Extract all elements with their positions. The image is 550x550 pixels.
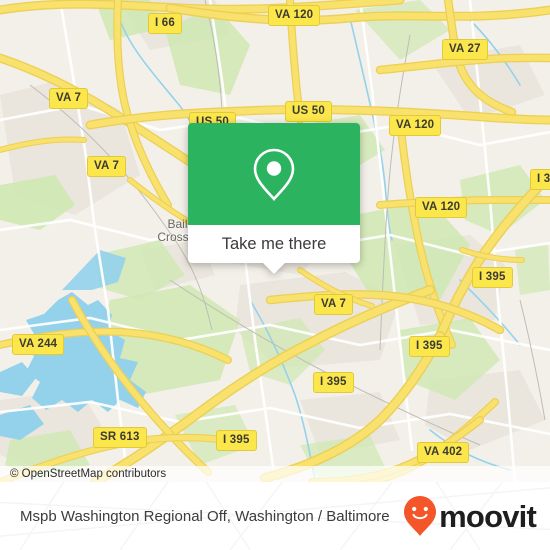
road-shield-va-402: VA 402 bbox=[417, 442, 470, 463]
road-shield-i-395-clipped: I 3 bbox=[530, 169, 550, 190]
road-shield-va-7-a: VA 7 bbox=[49, 88, 89, 109]
road-shield-va-120-b: VA 120 bbox=[389, 115, 442, 136]
callout-tail-pointer bbox=[263, 263, 285, 274]
road-shield-us-50-a: US 50 bbox=[285, 101, 332, 122]
take-me-there-callout[interactable]: Take me there bbox=[188, 123, 360, 274]
road-shield-i-66: I 66 bbox=[148, 13, 182, 34]
road-shield-i-395-a: I 395 bbox=[472, 267, 513, 288]
road-shield-i-395-d: I 395 bbox=[216, 430, 257, 451]
road-shield-va-244: VA 244 bbox=[12, 334, 65, 355]
road-shield-i-395-b: I 395 bbox=[409, 336, 450, 357]
road-shield-va-7-b: VA 7 bbox=[87, 156, 127, 177]
road-shield-i-395-c: I 395 bbox=[313, 372, 354, 393]
callout-label-area[interactable]: Take me there bbox=[188, 225, 360, 263]
road-shield-va-120-a: VA 120 bbox=[268, 5, 321, 26]
road-shield-va-27: VA 27 bbox=[442, 39, 488, 60]
road-shield-va-120-c: VA 120 bbox=[415, 197, 468, 218]
moovit-wordmark: moovit bbox=[439, 498, 537, 534]
osm-attribution-text: © OpenStreetMap contributors bbox=[10, 468, 167, 480]
map-pin-icon bbox=[253, 148, 295, 201]
footer-bar: Mspb Washington Regional Off, Washington… bbox=[0, 482, 550, 550]
footer-content: Mspb Washington Regional Off, Washington… bbox=[0, 482, 550, 550]
callout-icon-area bbox=[188, 123, 360, 225]
moovit-brand-logo: moovit bbox=[403, 495, 537, 537]
moovit-pin-smiley-icon bbox=[404, 496, 437, 536]
osm-attribution-bar: © OpenStreetMap contributors bbox=[0, 466, 550, 482]
map-screenshot: .rd { stroke:#f8e16c; fill:none; stroke-… bbox=[0, 0, 550, 550]
map-canvas[interactable]: .rd { stroke:#f8e16c; fill:none; stroke-… bbox=[0, 0, 550, 482]
road-shield-va-7-c: VA 7 bbox=[314, 294, 354, 315]
road-shield-sr-613: SR 613 bbox=[93, 427, 147, 448]
location-title: Mspb Washington Regional Off, Washington… bbox=[20, 507, 390, 525]
take-me-there-label: Take me there bbox=[221, 234, 327, 253]
